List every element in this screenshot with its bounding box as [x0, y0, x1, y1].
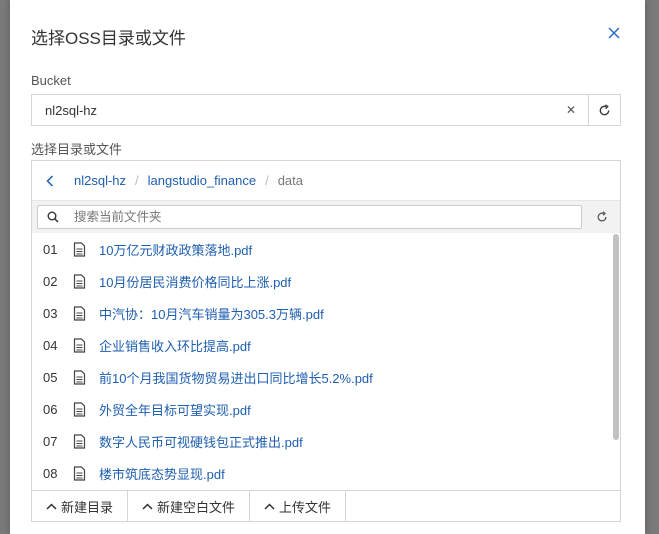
file-name: 10万亿元财政政策落地.pdf [99, 242, 253, 258]
refresh-icon[interactable] [596, 211, 608, 223]
list-item[interactable]: 08 楼市筑底态势显现.pdf [32, 457, 620, 489]
new-file-button[interactable]: 新建空白文件 [128, 491, 251, 521]
file-icon [73, 337, 87, 353]
file-icon [73, 401, 87, 417]
upload-file-button[interactable]: 上传文件 [250, 491, 347, 521]
bucket-select-row: nl2sql-hz ✕ [31, 94, 621, 126]
list-scrollbar[interactable] [613, 234, 619, 440]
list-item[interactable]: 07 数字人民币可视硬钱包正式推出.pdf [32, 425, 620, 457]
new-folder-label: 新建目录 [61, 499, 114, 515]
clear-icon[interactable]: ✕ [566, 103, 576, 117]
bucket-select[interactable]: nl2sql-hz ✕ [31, 94, 589, 126]
dialog-title: 选择OSS目录或文件 [31, 29, 186, 48]
new-file-label: 新建空白文件 [157, 499, 236, 515]
list-item[interactable]: 05 前10个月我国货物贸易进出口同比增长5.2%.pdf [32, 361, 620, 393]
breadcrumb-bucket[interactable]: nl2sql-hz [74, 173, 126, 188]
file-index: 05 [43, 369, 58, 385]
bucket-value: nl2sql-hz [45, 102, 98, 118]
file-icon [73, 273, 87, 289]
breadcrumb-separator: / [135, 173, 139, 188]
search-box [37, 205, 582, 229]
file-browser: nl2sql-hz / langstudio_finance / data 搜索… [31, 160, 621, 522]
file-icon [73, 465, 87, 481]
breadcrumb-folder[interactable]: langstudio_finance [148, 173, 256, 188]
search-bar [32, 201, 620, 233]
list-item[interactable]: 03 中汽协：10月汽车销量为305.3万辆.pdf [32, 297, 620, 329]
list-item[interactable]: 02 10月份居民消费价格同比上涨.pdf [32, 265, 620, 297]
file-icon [73, 433, 87, 449]
breadcrumb: nl2sql-hz / langstudio_finance / data [32, 161, 620, 201]
file-index: 04 [43, 337, 58, 353]
chevron-left-icon[interactable] [46, 174, 58, 187]
file-name: 数字人民币可视硬钱包正式推出.pdf [99, 434, 303, 450]
file-index: 02 [43, 273, 58, 289]
refresh-icon [599, 103, 610, 115]
file-index: 01 [43, 241, 58, 257]
file-name: 中汽协：10月汽车销量为305.3万辆.pdf [99, 306, 324, 322]
file-icon [73, 241, 87, 257]
search-input[interactable] [74, 210, 554, 224]
breadcrumb-current: data [277, 173, 304, 188]
oss-select-dialog: 选择OSS目录或文件 Bucket nl2sql-hz ✕ 选择目录或文件 nl… [10, 0, 645, 534]
bucket-refresh-button[interactable] [588, 94, 621, 126]
chevron-up-icon [46, 502, 57, 510]
file-name: 外贸全年目标可望实现.pdf [99, 402, 251, 418]
action-bar: 新建目录 新建空白文件 上传文件 [32, 490, 620, 521]
upload-file-label: 上传文件 [279, 499, 332, 515]
list-item[interactable]: 06 外贸全年目标可望实现.pdf [32, 393, 620, 425]
new-folder-button[interactable]: 新建目录 [32, 491, 129, 521]
file-icon [73, 305, 87, 321]
file-name: 楼市筑底态势显现.pdf [99, 466, 225, 482]
chevron-up-icon [142, 502, 153, 510]
search-icon [47, 211, 59, 223]
file-name: 前10个月我国货物贸易进出口同比增长5.2%.pdf [99, 370, 373, 386]
file-index: 06 [43, 401, 58, 417]
list-item[interactable]: 04 企业销售收入环比提高.pdf [32, 329, 620, 361]
close-icon[interactable] [607, 26, 621, 40]
file-name: 10月份居民消费价格同比上涨.pdf [99, 274, 292, 290]
file-list: 01 10万亿元财政政策落地.pdf 02 10月份居民消费价格同比上涨.pdf… [32, 233, 620, 490]
breadcrumb-separator: / [265, 173, 269, 188]
bucket-label: Bucket [31, 73, 71, 88]
browser-label: 选择目录或文件 [31, 142, 123, 157]
chevron-up-icon [264, 502, 275, 510]
file-index: 08 [43, 465, 58, 481]
file-icon [73, 369, 87, 385]
file-index: 07 [43, 433, 58, 449]
file-name: 企业销售收入环比提高.pdf [99, 338, 251, 354]
list-item[interactable]: 01 10万亿元财政政策落地.pdf [32, 233, 620, 265]
file-index: 03 [43, 305, 58, 321]
